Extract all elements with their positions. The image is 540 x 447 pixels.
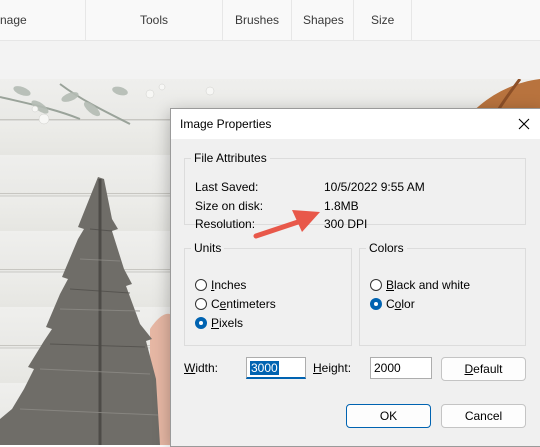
size-on-disk-value: 1.8MB (324, 199, 359, 213)
ribbon-divider (85, 0, 86, 40)
color-label: Color (386, 297, 415, 311)
units-inches-option[interactable]: Inches (195, 278, 246, 292)
width-input[interactable]: 3000 (246, 357, 306, 379)
black-and-white-radio[interactable] (370, 279, 382, 291)
ok-button[interactable]: OK (346, 404, 431, 428)
annotation-arrow-icon (253, 210, 320, 239)
pixels-label: Pixels (211, 316, 244, 330)
default-button-label: Default (464, 362, 503, 376)
color-radio[interactable] (370, 298, 382, 310)
file-attributes-group: File Attributes Last Saved: 10/5/2022 9:… (184, 151, 526, 231)
default-button[interactable]: Default (441, 357, 526, 381)
cancel-button[interactable]: Cancel (441, 404, 526, 428)
units-pixels-option[interactable]: Pixels (195, 316, 243, 330)
black-and-white-label: Black and white (386, 278, 471, 292)
height-input[interactable]: 2000 (370, 357, 432, 379)
pixels-radio[interactable] (195, 317, 207, 329)
units-centimeters-option[interactable]: Centimeters (195, 297, 276, 311)
ribbon-tools-label[interactable]: Tools (140, 13, 168, 27)
ribbon-divider (291, 0, 292, 40)
ribbon-shapes-label[interactable]: Shapes (303, 13, 344, 27)
height-value: 2000 (374, 361, 401, 375)
inches-radio[interactable] (195, 279, 207, 291)
ribbon-size-label[interactable]: Size (371, 13, 394, 27)
units-legend: Units (194, 241, 222, 255)
eucalyptus-leaves (13, 86, 128, 117)
file-attributes-legend: File Attributes (194, 151, 267, 165)
close-icon (518, 118, 530, 130)
height-label: Height: (313, 361, 352, 375)
ribbon-brushes-label[interactable]: Brushes (235, 13, 279, 27)
centimeters-label: Centimeters (211, 297, 276, 311)
colors-black-white-option[interactable]: Black and white (370, 278, 470, 292)
colors-group: Colors Black and white Color (359, 241, 526, 346)
width-value: 3000 (250, 361, 279, 375)
dialog-title: Image Properties (180, 117, 272, 131)
colors-color-option[interactable]: Color (370, 297, 415, 311)
centimeters-radio[interactable] (195, 298, 207, 310)
paint-ribbon: nage Tools Brushes Shapes Size (0, 0, 540, 41)
colors-legend: Colors (369, 241, 404, 255)
ribbon-divider (411, 0, 412, 40)
units-group: Units Inches Centimeters Pixels (184, 241, 352, 346)
ribbon-divider (222, 0, 223, 40)
close-button[interactable] (511, 112, 537, 136)
resolution-label: Resolution: (195, 217, 256, 231)
workspace-background (0, 41, 540, 79)
last-saved-value: 10/5/2022 9:55 AM (324, 180, 425, 194)
image-properties-dialog: Image Properties File Attributes Last Sa… (170, 108, 540, 447)
last-saved-label: Last Saved: (195, 180, 259, 194)
resolution-value: 300 DPI (324, 217, 368, 231)
ribbon-image-label[interactable]: nage (0, 13, 27, 27)
dialog-titlebar[interactable]: Image Properties (171, 109, 540, 139)
inches-label: Inches (211, 278, 247, 292)
width-label: Width: (184, 361, 219, 375)
ribbon-divider (353, 0, 354, 40)
